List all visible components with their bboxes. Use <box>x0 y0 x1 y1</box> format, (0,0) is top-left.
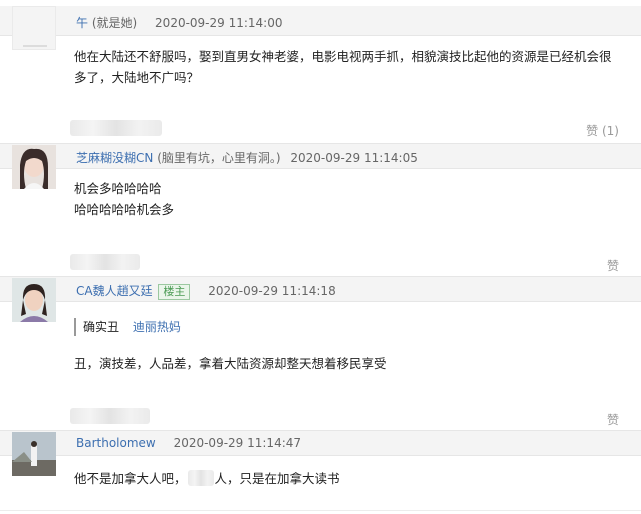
timestamp: 2020-09-29 11:14:05 <box>290 151 418 165</box>
comment-meta: CA魏人趙又廷 楼主 2020-09-29 11:14:18 <box>76 282 336 300</box>
avatar-image-icon <box>13 7 55 49</box>
comment-meta: Bartholomew 2020-09-29 11:14:47 <box>76 436 301 450</box>
blurred-redaction <box>70 120 162 136</box>
like-button[interactable]: 赞 (1) <box>586 122 619 139</box>
timestamp: 2020-09-29 11:14:47 <box>173 436 302 450</box>
comment-body: 他在大陆还不舒服吗，娶到直男女神老婆，电影电视两手抓，相貌演技比起他的资源是已经… <box>74 46 624 88</box>
timestamp: 2020-09-29 11:14:18 <box>208 284 336 298</box>
blurred-redaction <box>70 254 140 270</box>
avatar[interactable] <box>12 278 56 322</box>
avatar-image-icon <box>12 278 56 322</box>
username-link[interactable]: Bartholomew <box>76 436 156 450</box>
comment-body: 丑，演技差，人品差，拿着大陆资源却整天想着移民享受 <box>74 353 624 374</box>
avatar[interactable] <box>12 6 56 50</box>
body-line: 多了，大陆地不广吗？ <box>74 70 200 85</box>
username-link[interactable]: 午 <box>76 16 88 30</box>
like-button[interactable]: 赞 <box>607 257 619 274</box>
username-suffix: (脑里有坑，心里有洞。) <box>157 151 281 165</box>
avatar-image-icon <box>12 432 56 476</box>
body-line: 他在大陆还不舒服吗，娶到直男女神老婆，电影电视两手抓，相貌演技比起他的资源是已经… <box>74 49 612 64</box>
body-line: 哈哈哈哈哈机会多 <box>74 202 175 217</box>
body-line: 机会多哈哈哈哈 <box>74 181 162 196</box>
avatar-image-icon <box>12 145 56 189</box>
quote-text: 确实丑 <box>83 320 120 334</box>
timestamp: 2020-09-29 11:14:00 <box>155 16 283 30</box>
comment-body: 他不是加拿大人吧， 人，只是在加拿大读书 <box>74 467 624 489</box>
bottom-divider <box>0 510 641 511</box>
avatar[interactable] <box>12 145 56 189</box>
like-button[interactable]: 赞 <box>607 411 619 428</box>
op-badge: 楼主 <box>158 284 191 300</box>
blurred-redaction <box>187 470 214 486</box>
username-suffix: (就是她) <box>91 16 138 30</box>
username-link[interactable]: 芝麻糊没糊CN <box>76 151 153 165</box>
comment-body: 机会多哈哈哈哈 哈哈哈哈哈机会多 <box>74 178 624 220</box>
username-link[interactable]: CA魏人趙又廷 <box>76 284 153 298</box>
body-text-after: 人，只是在加拿大读书 <box>214 471 340 486</box>
body-text-before: 他不是加拿大人吧， <box>74 471 187 486</box>
quoted-user-link[interactable]: 迪丽热妈 <box>133 320 181 334</box>
body-line: 丑，演技差，人品差，拿着大陆资源却整天想着移民享受 <box>74 356 387 371</box>
quote-block: 确实丑 迪丽热妈 <box>74 318 181 336</box>
comment-meta: 芝麻糊没糊CN (脑里有坑，心里有洞。) 2020-09-29 11:14:05 <box>76 149 418 166</box>
comment-meta: 午 (就是她) 2020-09-29 11:14:00 <box>76 14 283 31</box>
avatar[interactable] <box>12 432 56 476</box>
blurred-redaction <box>70 408 150 424</box>
